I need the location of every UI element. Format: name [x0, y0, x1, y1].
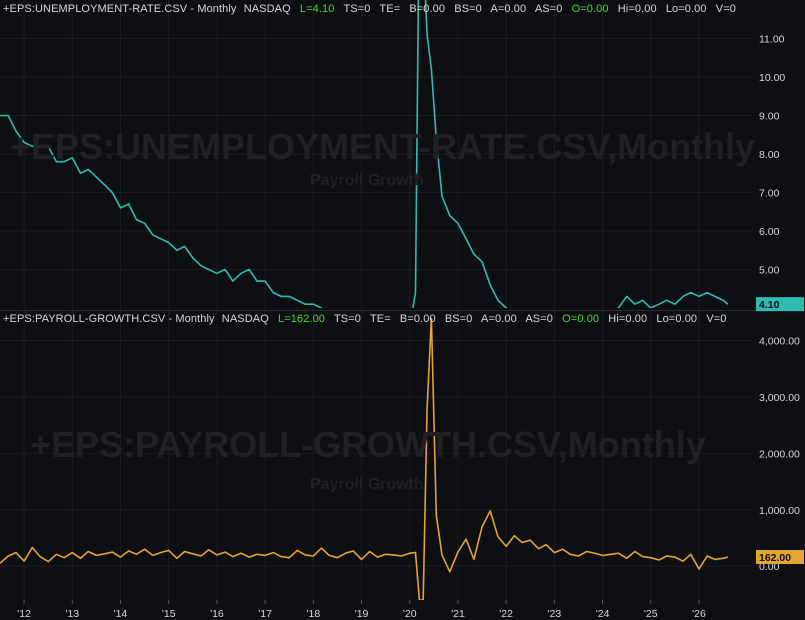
- payroll-header: +EPS:PAYROLL-GROWTH.CSV - Monthly NASDAQ…: [3, 313, 733, 325]
- chart-canvas[interactable]: 5.006.007.008.009.0010.0011.004.100.001,…: [0, 0, 805, 620]
- payroll-field-bs: BS=0: [444, 313, 473, 325]
- xtick-label: '22: [499, 608, 513, 620]
- payroll-last-value-label: 162.00: [759, 552, 791, 564]
- unemployment-field-v: V=0: [715, 3, 736, 15]
- unemployment-ytick-label: 10.00: [759, 72, 785, 84]
- unemployment-ytick-label: 8.00: [759, 149, 780, 161]
- unemployment-ytick-label: 11.00: [759, 34, 785, 46]
- xtick-label: '26: [692, 608, 706, 620]
- unemployment-field-ts: TS=0: [343, 3, 371, 15]
- xtick-label: '24: [596, 608, 610, 620]
- xtick-label: '18: [306, 608, 320, 620]
- xtick-label: '15: [162, 608, 176, 620]
- unemployment-field-te: TE=: [379, 3, 401, 15]
- payroll-watermark-sub: Payroll Growth: [310, 476, 424, 493]
- unemployment-ytick-label: 6.00: [759, 226, 780, 238]
- unemployment-ytick-label: 9.00: [759, 111, 780, 123]
- payroll-field-ts: TS=0: [333, 313, 361, 325]
- xtick-label: '16: [210, 608, 224, 620]
- xtick-label: '12: [17, 608, 31, 620]
- payroll-ytick-label: 1,000.00: [759, 505, 800, 517]
- unemployment-last-value-label: 4.10: [759, 299, 780, 311]
- unemployment-watermark: +EPS:UNEMPLOYMENT-RATE.CSV,Monthly: [10, 126, 756, 167]
- unemployment-field-lo: Lo=0.00: [665, 3, 707, 15]
- unemployment-field-bs: BS=0: [454, 3, 482, 15]
- unemployment-field-open: O=0.00: [571, 3, 609, 15]
- payroll-exchange: NASDAQ: [221, 313, 269, 325]
- xtick-label: '17: [258, 608, 272, 620]
- payroll-field-a: A=0.00: [481, 313, 517, 325]
- payroll-field-as: AS=0: [525, 313, 553, 325]
- xtick-label: '21: [451, 608, 465, 620]
- payroll-ytick-label: 4,000.00: [759, 336, 800, 348]
- payroll-ytick-label: 3,000.00: [759, 392, 800, 404]
- unemployment-field-a: A=0.00: [490, 3, 527, 15]
- payroll-field-lo: Lo=0.00: [656, 313, 698, 325]
- xtick-label: '23: [548, 608, 562, 620]
- payroll-watermark: +EPS:PAYROLL-GROWTH.CSV,Monthly: [30, 424, 706, 465]
- unemployment-field-hi: Hi=0.00: [617, 3, 657, 15]
- payroll-field-open: O=0.00: [562, 313, 600, 325]
- payroll-field-te: TE=: [369, 313, 391, 325]
- payroll-field-v: V=0: [706, 313, 727, 325]
- xtick-label: '14: [114, 608, 128, 620]
- unemployment-ytick-label: 7.00: [759, 188, 780, 200]
- unemployment-field-last: L=4.10: [299, 3, 335, 15]
- payroll-symbol: +EPS:PAYROLL-GROWTH.CSV - Monthly: [3, 313, 215, 325]
- xtick-label: '19: [355, 608, 369, 620]
- xtick-label: '25: [644, 608, 658, 620]
- xtick-label: '13: [65, 608, 79, 620]
- unemployment-ytick-label: 5.00: [759, 265, 780, 277]
- unemployment-exchange: NASDAQ: [243, 3, 291, 15]
- payroll-field-b: B=0.00: [399, 313, 436, 325]
- unemployment-symbol: +EPS:UNEMPLOYMENT-RATE.CSV - Monthly: [3, 3, 237, 15]
- payroll-field-hi: Hi=0.00: [608, 313, 648, 325]
- payroll-field-last: L=162.00: [278, 313, 326, 325]
- xtick-label: '20: [403, 608, 417, 620]
- unemployment-field-as: AS=0: [534, 3, 563, 15]
- unemployment-watermark-sub: Payroll Growth: [310, 172, 424, 189]
- unemployment-header: +EPS:UNEMPLOYMENT-RATE.CSV - Monthly NAS…: [3, 3, 742, 15]
- payroll-ytick-label: 2,000.00: [759, 448, 800, 460]
- unemployment-field-b: B=0.00: [409, 3, 446, 15]
